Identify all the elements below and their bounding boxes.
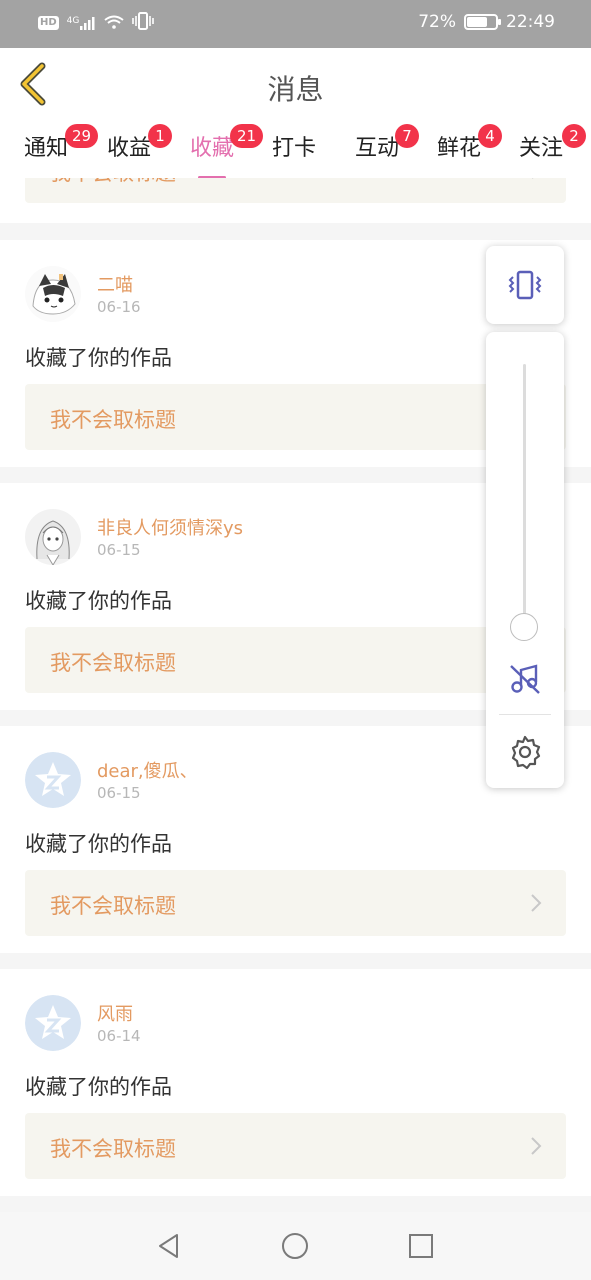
battery-icon [464, 14, 501, 30]
tab-label: 关注 [519, 136, 564, 161]
list-item: 我不会取标题 [0, 178, 591, 223]
user-name[interactable]: dear,傻瓜、 [97, 757, 198, 783]
work-link[interactable]: 我不会取标题 [25, 627, 566, 693]
tab-badge: 7 [395, 124, 419, 148]
work-title: 我不会取标题 [50, 1137, 176, 1161]
signal-icon: 4G [67, 16, 97, 30]
volume-slider[interactable] [523, 364, 526, 628]
work-title: 我不会取标题 [50, 894, 176, 918]
tab-6[interactable]: 关注 2 [519, 124, 586, 162]
tab-badge: 21 [230, 124, 264, 148]
action-text: 收藏了你的作品 [25, 832, 172, 856]
tab-badge: 29 [65, 124, 99, 148]
work-link[interactable]: 我不会取标题 [25, 870, 566, 936]
message-date: 06-15 [97, 784, 141, 802]
action-text: 收藏了你的作品 [25, 346, 172, 370]
chevron-right-icon [531, 894, 542, 912]
clock: 22:49 [506, 12, 555, 32]
tab-label: 打卡 [272, 136, 317, 161]
user-name[interactable]: 二喵 [97, 271, 133, 297]
user-name[interactable]: 风雨 [97, 1000, 133, 1026]
tab-label: 收益 [107, 136, 152, 161]
app-header: 消息 [0, 48, 591, 120]
tab-3[interactable]: 打卡 [272, 130, 316, 162]
tab-badge: 1 [148, 124, 172, 148]
default-star-avatar[interactable] [25, 995, 81, 1051]
work-title: 我不会取标题 [50, 651, 176, 675]
volume-panel [486, 332, 564, 788]
vibrate-mode-icon [132, 12, 155, 34]
vibrate-toggle-button[interactable] [486, 246, 564, 324]
system-nav-bar [0, 1212, 591, 1280]
gear-icon[interactable] [507, 734, 543, 770]
tab-label: 互动 [355, 136, 400, 161]
chevron-right-icon [531, 1137, 542, 1155]
action-text: 收藏了你的作品 [25, 589, 172, 613]
circle-home-icon[interactable] [281, 1232, 309, 1260]
work-title: 我不会取标题 [50, 178, 176, 187]
tab-1[interactable]: 收益 1 [107, 124, 172, 162]
tab-4[interactable]: 互动 7 [355, 124, 419, 162]
user-name[interactable]: 非良人何须情深ys [97, 514, 243, 540]
hd-badge: HD [38, 16, 59, 30]
tab-badge: 2 [562, 124, 586, 148]
triangle-back-icon[interactable] [155, 1232, 183, 1260]
vibrate-icon [508, 270, 542, 300]
anime-girl-avatar[interactable] [25, 509, 81, 565]
work-title: 我不会取标题 [50, 408, 176, 432]
cat-avatar[interactable] [25, 266, 81, 322]
work-link[interactable]: 我不会取标题 [25, 1113, 566, 1179]
music-off-icon[interactable] [508, 662, 542, 696]
default-star-avatar[interactable] [25, 752, 81, 808]
message-date: 06-14 [97, 1027, 141, 1045]
tab-badge: 4 [478, 124, 502, 148]
chevron-right-icon [532, 178, 534, 179]
work-link[interactable]: 我不会取标题 [25, 178, 566, 203]
battery-percent: 72% [418, 12, 456, 32]
tab-0[interactable]: 通知 29 [24, 124, 99, 162]
divider [499, 714, 551, 715]
tab-bar: 通知 29 收益 1 收藏 21 打卡 互动 7 鲜花 4 关注 2 [0, 120, 591, 179]
square-recents-icon[interactable] [407, 1232, 435, 1260]
tab-2[interactable]: 收藏 21 [190, 124, 264, 179]
page-title: 消息 [267, 73, 324, 106]
action-text: 收藏了你的作品 [25, 1075, 172, 1099]
work-link[interactable]: 我不会取标题 [25, 384, 566, 450]
list-item: 风雨 06-14 收藏了你的作品我不会取标题 [0, 969, 591, 1196]
message-date: 06-16 [97, 298, 141, 316]
tab-label: 鲜花 [437, 136, 482, 161]
network-type: 4G [66, 16, 80, 26]
tab-label: 收藏 [190, 136, 235, 161]
message-date: 06-15 [97, 541, 141, 559]
status-bar: HD 4G 72% 22:49 [0, 0, 591, 48]
wifi-icon [104, 14, 124, 33]
volume-slider-thumb[interactable] [510, 613, 538, 641]
tab-5[interactable]: 鲜花 4 [437, 124, 502, 162]
tab-label: 通知 [24, 136, 69, 161]
